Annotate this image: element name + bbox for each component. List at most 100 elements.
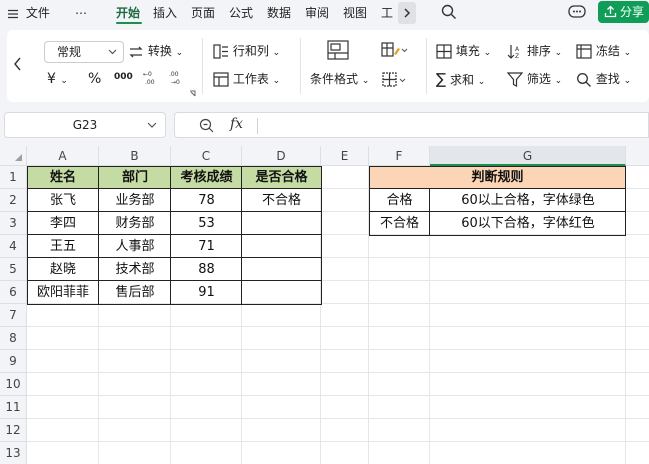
- table-cell[interactable]: 53: [171, 212, 242, 235]
- conditional-format-icon[interactable]: [327, 40, 349, 60]
- search-button[interactable]: [441, 4, 457, 20]
- formula-input[interactable]: fx: [174, 112, 649, 138]
- row-header-9[interactable]: 9: [0, 350, 27, 373]
- table-cell[interactable]: 王五: [27, 235, 99, 258]
- table-cell[interactable]: 欧阳菲菲: [27, 281, 99, 304]
- tabs-scroll-right-button[interactable]: [398, 2, 416, 24]
- currency-format-button[interactable]: ¥ ⌄: [47, 69, 68, 89]
- worksheet-button[interactable]: 工作表 ⌄: [213, 69, 280, 89]
- select-all-corner[interactable]: [0, 146, 27, 166]
- sort-button[interactable]: AZ 排序 ⌄: [507, 41, 562, 61]
- row-header-4[interactable]: 4: [0, 235, 27, 258]
- gridline: [27, 395, 649, 396]
- tab-view[interactable]: 视图: [343, 4, 367, 22]
- row-header-1[interactable]: 1: [0, 166, 27, 189]
- table-cell[interactable]: [242, 281, 321, 304]
- row-header-10[interactable]: 10: [0, 373, 27, 396]
- table-header-score[interactable]: 考核成绩: [171, 166, 242, 189]
- table-cell[interactable]: 91: [171, 281, 242, 304]
- thousands-separator-button[interactable]: 000: [114, 67, 133, 87]
- chevron-down-icon: ⌄: [60, 76, 68, 86]
- tab-review[interactable]: 审阅: [305, 4, 329, 22]
- row-header-13[interactable]: 13: [0, 442, 27, 464]
- table-border-line: [27, 188, 322, 189]
- column-header-d[interactable]: D: [242, 146, 321, 166]
- rule-label-pass[interactable]: 合格: [369, 189, 430, 212]
- tab-home[interactable]: 开始: [116, 4, 140, 22]
- ribbon-scroll-left-button[interactable]: [11, 52, 25, 76]
- sum-button[interactable]: ∑ 求和 ⌄: [436, 69, 485, 89]
- column-header-e[interactable]: E: [321, 146, 369, 166]
- table-header-name[interactable]: 姓名: [27, 166, 99, 189]
- table-cell[interactable]: 李四: [27, 212, 99, 235]
- name-box[interactable]: G23: [4, 112, 166, 138]
- cell-style-button[interactable]: [380, 40, 408, 60]
- row-header-3[interactable]: 3: [0, 212, 27, 235]
- row-header-12[interactable]: 12: [0, 419, 27, 442]
- rule-desc-pass[interactable]: 60以上合格，字体绿色: [430, 189, 626, 212]
- increase-decimal-button[interactable]: ←0.00: [143, 69, 159, 89]
- row-header-8[interactable]: 8: [0, 327, 27, 350]
- table-cell[interactable]: 人事部: [99, 235, 171, 258]
- spreadsheet-grid[interactable]: A B C D E F G 1 2 3 4 5 6 7 8 9 10 11 12…: [0, 146, 649, 464]
- fill-button[interactable]: 填充 ⌄: [436, 41, 491, 61]
- table-border-line: [27, 280, 322, 281]
- rules-title[interactable]: 判断规则: [369, 166, 626, 189]
- column-header-c[interactable]: C: [171, 146, 242, 166]
- border-button[interactable]: [380, 70, 408, 90]
- row-header-6[interactable]: 6: [0, 281, 27, 304]
- tab-insert[interactable]: 插入: [153, 4, 177, 22]
- table-cell[interactable]: 业务部: [99, 189, 171, 212]
- row-header-11[interactable]: 11: [0, 396, 27, 419]
- column-header-a[interactable]: A: [27, 146, 99, 166]
- table-cell[interactable]: 88: [171, 258, 242, 281]
- formula-bar: G23 fx: [0, 112, 649, 140]
- find-button[interactable]: 查找 ⌄: [576, 69, 631, 89]
- table-cell[interactable]: 78: [171, 189, 242, 212]
- chevron-down-icon: ⌄: [554, 76, 563, 86]
- filter-button[interactable]: 筛选 ⌄: [507, 69, 562, 89]
- row-header-7[interactable]: 7: [0, 304, 27, 327]
- tab-page[interactable]: 页面: [191, 4, 215, 22]
- row-header-2[interactable]: 2: [0, 189, 27, 212]
- number-format-dialog-launcher[interactable]: [189, 90, 196, 97]
- convert-button[interactable]: 转换 ⌄: [128, 41, 183, 61]
- table-cell[interactable]: 技术部: [99, 258, 171, 281]
- conditional-format-button[interactable]: 条件格式 ⌄: [310, 69, 369, 89]
- zoom-formula-button[interactable]: [199, 118, 214, 133]
- table-cell[interactable]: [242, 258, 321, 281]
- table-cell[interactable]: 售后部: [99, 281, 171, 304]
- table-cell[interactable]: 71: [171, 235, 242, 258]
- rule-label-fail[interactable]: 不合格: [369, 212, 430, 235]
- table-cell[interactable]: 财务部: [99, 212, 171, 235]
- column-header-b[interactable]: B: [99, 146, 171, 166]
- chevron-down-icon: ⌄: [361, 76, 370, 86]
- chevron-left-icon: [14, 57, 21, 71]
- table-cell[interactable]: 不合格: [242, 189, 321, 212]
- more-menu-button[interactable]: ⋯: [75, 4, 87, 22]
- table-header-pass[interactable]: 是否合格: [242, 166, 321, 189]
- table-cell[interactable]: 赵晓: [27, 258, 99, 281]
- column-header-g[interactable]: G: [430, 146, 626, 166]
- tab-data[interactable]: 数据: [267, 4, 291, 22]
- table-header-dept[interactable]: 部门: [99, 166, 171, 189]
- table-cell[interactable]: 张飞: [27, 189, 99, 212]
- tab-tools[interactable]: 工: [381, 4, 393, 22]
- table-cell[interactable]: [242, 235, 321, 258]
- number-format-value: 常规: [57, 45, 82, 59]
- number-format-select[interactable]: 常规: [44, 41, 124, 63]
- rule-desc-fail[interactable]: 60以下合格，字体红色: [430, 212, 626, 235]
- percent-format-button[interactable]: %: [88, 69, 101, 89]
- row-header-5[interactable]: 5: [0, 258, 27, 281]
- file-menu[interactable]: 文件: [8, 4, 50, 22]
- tab-formula[interactable]: 公式: [229, 4, 253, 22]
- share-button[interactable]: 分享: [598, 1, 649, 23]
- decrease-decimal-button[interactable]: .00 →0: [169, 69, 185, 89]
- freeze-button[interactable]: 冻结 ⌄: [576, 41, 631, 61]
- fx-button[interactable]: fx: [230, 116, 243, 132]
- comment-button[interactable]: [568, 4, 586, 20]
- column-header-h[interactable]: [626, 146, 649, 166]
- column-header-f[interactable]: F: [369, 146, 430, 166]
- table-cell[interactable]: [242, 212, 321, 235]
- row-col-button[interactable]: 行和列 ⌄: [213, 41, 280, 61]
